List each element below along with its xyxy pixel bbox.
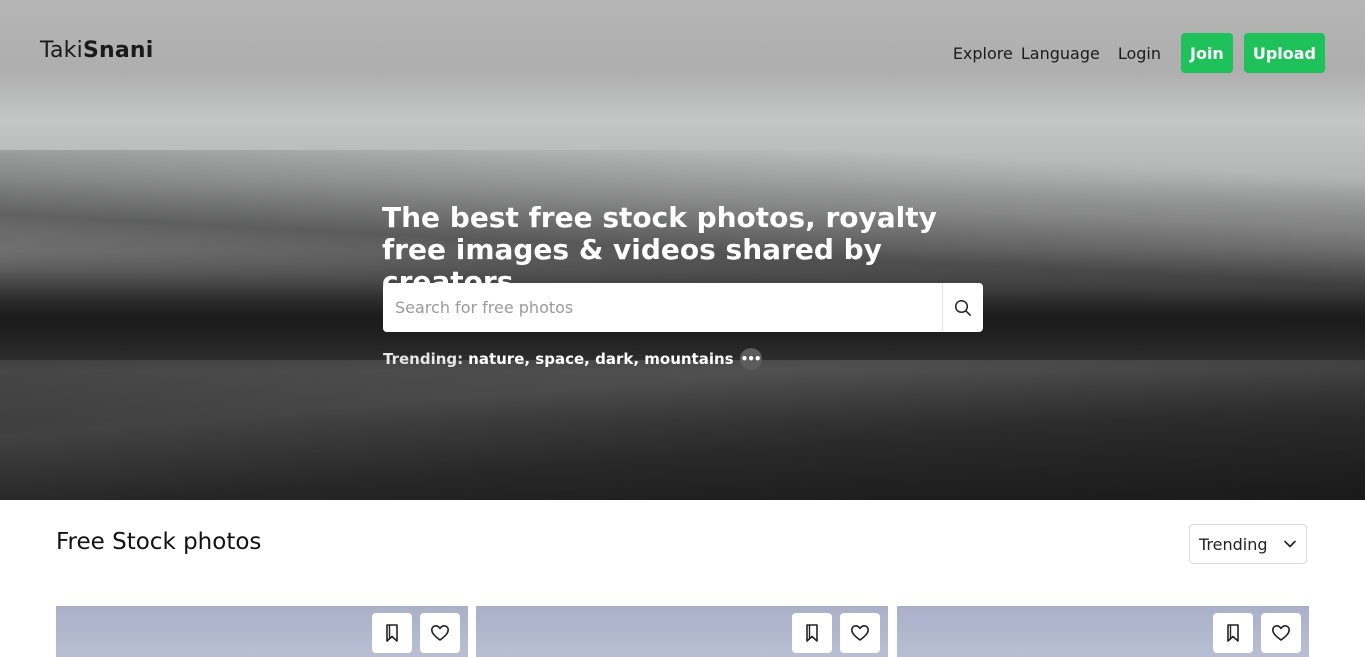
trending-tag-mountains[interactable]: mountains [644,350,733,368]
nav-login[interactable]: Login [1118,44,1161,63]
more-icon: ••• [740,352,762,366]
bookmark-icon [806,624,818,642]
search-input[interactable] [383,283,942,332]
trending-label: Trending: [383,350,464,368]
top-nav: Explore Language Login Join Upload [953,33,1325,73]
logo-bold: Snani [82,38,154,63]
bookmark-icon [386,624,398,642]
more-trending-button[interactable]: ••• [739,348,762,370]
like-button[interactable] [420,613,460,653]
bookmark-button[interactable] [1213,613,1253,653]
bookmark-button[interactable] [792,613,832,653]
heart-icon [1272,625,1290,641]
photo-card[interactable] [897,606,1309,657]
bookmark-button[interactable] [372,613,412,653]
logo-prefix: Taki [40,38,83,63]
trending-bar: Trending: nature, space, dark, mountains… [383,348,762,370]
hero-banner: TakiSnani Explore Language Login Join Up… [0,0,1365,500]
trending-tag-dark[interactable]: dark, [595,350,639,368]
chevron-down-icon [1284,540,1296,548]
like-button[interactable] [1261,613,1301,653]
site-logo[interactable]: TakiSnani [40,38,154,63]
nav-explore[interactable]: Explore [953,44,1013,63]
photo-card[interactable] [56,606,468,657]
heart-icon [851,625,869,641]
join-button[interactable]: Join [1181,33,1233,73]
search-icon [954,299,971,316]
like-button[interactable] [840,613,880,653]
sort-value: Trending [1199,534,1268,554]
trending-tag-nature[interactable]: nature, [468,350,530,368]
sort-select[interactable]: Trending [1189,524,1307,564]
heart-icon [431,625,449,641]
bookmark-icon [1227,624,1239,642]
section-title: Free Stock photos [56,529,262,555]
nav-language[interactable]: Language [1021,44,1100,63]
upload-button[interactable]: Upload [1243,33,1325,73]
search-button[interactable] [942,283,983,332]
search-bar [383,283,983,332]
photo-card[interactable] [476,606,888,657]
hero-field [0,360,1365,500]
trending-tag-space[interactable]: space, [535,350,590,368]
